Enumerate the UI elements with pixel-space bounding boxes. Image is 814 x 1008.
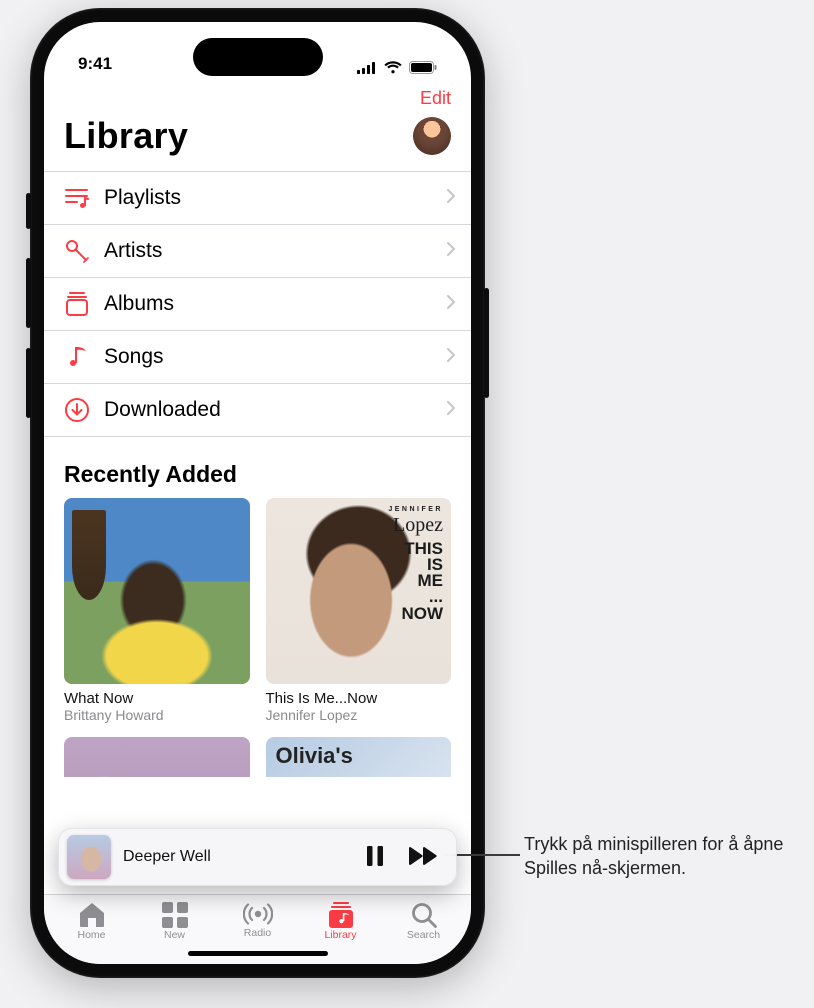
pause-icon: [366, 846, 384, 869]
status-time: 9:41: [78, 54, 112, 74]
home-icon: [78, 902, 106, 928]
download-circle-icon: [64, 397, 90, 423]
tab-label: Radio: [244, 927, 271, 939]
playlist-icon: [64, 185, 90, 211]
mini-player-artwork: [67, 835, 111, 879]
tab-home[interactable]: Home: [50, 900, 133, 964]
menu-item-playlists[interactable]: Playlists: [44, 172, 471, 225]
microphone-icon: [64, 238, 90, 264]
library-icon: [328, 902, 354, 928]
page-title: Library: [64, 115, 188, 157]
tab-label: Library: [324, 929, 356, 941]
cover-text: JENNIFER: [388, 506, 443, 513]
edit-button[interactable]: Edit: [420, 88, 451, 109]
album-stack-icon: [64, 291, 90, 317]
home-indicator[interactable]: [188, 951, 328, 956]
wifi-icon: [384, 61, 402, 74]
skip-forward-icon: [408, 847, 438, 868]
music-note-icon: [64, 344, 90, 370]
menu-item-artists[interactable]: Artists: [44, 225, 471, 278]
album-card[interactable]: JENNIFER Lopez THIS IS ME ... NOW This I…: [266, 498, 452, 723]
mini-player-track-title: Deeper Well: [123, 848, 348, 866]
cover-text: Lopez: [393, 516, 443, 534]
menu-item-albums[interactable]: Albums: [44, 278, 471, 331]
menu-item-downloaded[interactable]: Downloaded: [44, 384, 471, 437]
album-artwork-peek[interactable]: [64, 737, 250, 777]
chevron-right-icon: [447, 189, 455, 208]
album-title: This Is Me...Now: [266, 690, 452, 707]
chevron-right-icon: [447, 295, 455, 314]
search-icon: [411, 902, 437, 928]
profile-avatar[interactable]: [413, 117, 451, 155]
mini-player[interactable]: Deeper Well: [58, 828, 457, 886]
cover-text: THIS IS ME ... NOW: [401, 541, 443, 622]
tab-label: Search: [407, 929, 440, 941]
menu-item-songs[interactable]: Songs: [44, 331, 471, 384]
menu-item-label: Playlists: [104, 186, 433, 210]
power-button: [484, 288, 489, 398]
menu-item-label: Downloaded: [104, 398, 433, 422]
volume-up-button: [26, 258, 31, 328]
radio-icon: [243, 902, 273, 926]
section-recently-added-title: Recently Added: [44, 437, 471, 498]
album-artist: Jennifer Lopez: [266, 707, 452, 723]
tab-label: Home: [77, 929, 105, 941]
album-artwork-peek[interactable]: Olivia's: [266, 737, 452, 777]
album-artist: Brittany Howard: [64, 707, 250, 723]
tab-search[interactable]: Search: [382, 900, 465, 964]
phone-frame: 9:41 Edit Libr: [30, 8, 485, 978]
menu-item-label: Songs: [104, 345, 433, 369]
chevron-right-icon: [447, 242, 455, 261]
album-title: What Now: [64, 690, 250, 707]
tab-label: New: [164, 929, 185, 941]
callout-text: Trykk på minispilleren for å åpne Spille…: [524, 832, 794, 881]
dynamic-island: [193, 38, 323, 76]
chevron-right-icon: [447, 348, 455, 367]
album-card[interactable]: What Now Brittany Howard: [64, 498, 250, 723]
cover-text: Olivia's: [276, 743, 353, 769]
volume-down-button: [26, 348, 31, 418]
menu-item-label: Artists: [104, 239, 433, 263]
album-artwork: [64, 498, 250, 684]
menu-item-label: Albums: [104, 292, 433, 316]
side-button: [26, 193, 31, 229]
battery-icon: [409, 61, 437, 74]
next-track-button[interactable]: [402, 841, 444, 874]
grid-icon: [162, 902, 188, 928]
screen: 9:41 Edit Libr: [44, 22, 471, 964]
album-artwork: JENNIFER Lopez THIS IS ME ... NOW: [266, 498, 452, 684]
pause-button[interactable]: [360, 840, 390, 875]
chevron-right-icon: [447, 401, 455, 420]
cellular-icon: [357, 62, 377, 74]
library-menu: Playlists Artists Albu: [44, 171, 471, 437]
